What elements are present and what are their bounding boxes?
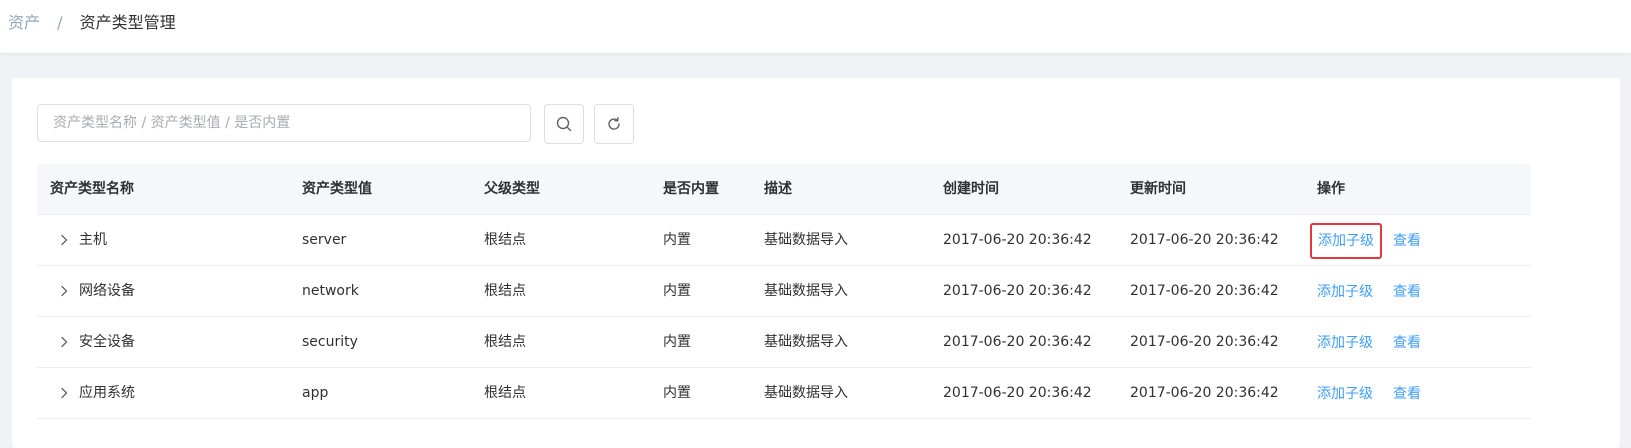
- view-button[interactable]: 查看: [1393, 279, 1421, 305]
- asset-type-table: 资产类型名称 资产类型值 父级类型 是否内置 描述 创建时间 更新时间 操作 主…: [37, 164, 1531, 419]
- add-child-button[interactable]: 添加子级: [1310, 279, 1380, 305]
- cell-builtin: 内置: [663, 283, 691, 299]
- table-row: 主机 server 根结点 内置 基础数据导入 2017-06-20 20:36…: [37, 215, 1531, 266]
- cell-builtin: 内置: [663, 385, 691, 401]
- content-card: 资产类型名称 资产类型值 父级类型 是否内置 描述 创建时间 更新时间 操作 主…: [12, 78, 1620, 448]
- column-header-created-time: 创建时间: [943, 181, 999, 197]
- search-input[interactable]: [37, 104, 531, 142]
- cell-value: server: [302, 232, 347, 248]
- add-child-button[interactable]: 添加子级: [1310, 330, 1380, 356]
- cell-updated-time: 2017-06-20 20:36:42: [1130, 385, 1279, 401]
- table-row: 安全设备 security 根结点 内置 基础数据导入 2017-06-20 2…: [37, 317, 1531, 368]
- cell-name: 网络设备: [79, 283, 135, 299]
- cell-builtin: 内置: [663, 232, 691, 248]
- cell-value: security: [302, 334, 358, 350]
- view-button[interactable]: 查看: [1393, 381, 1421, 407]
- column-header-description: 描述: [764, 181, 792, 197]
- cell-parent: 根结点: [484, 232, 526, 248]
- search-button[interactable]: [544, 104, 584, 144]
- cell-updated-time: 2017-06-20 20:36:42: [1130, 283, 1279, 299]
- cell-updated-time: 2017-06-20 20:36:42: [1130, 232, 1279, 248]
- breadcrumb-separator: /: [57, 13, 63, 32]
- breadcrumb: 资产 / 资产类型管理: [8, 12, 176, 34]
- column-header-operations: 操作: [1317, 181, 1345, 197]
- column-header-value: 资产类型值: [302, 181, 372, 197]
- cell-value: app: [302, 385, 329, 401]
- top-bar: 资产 / 资产类型管理: [0, 0, 1631, 54]
- table-row: 网络设备 network 根结点 内置 基础数据导入 2017-06-20 20…: [37, 266, 1531, 317]
- column-header-updated-time: 更新时间: [1130, 181, 1186, 197]
- cell-name: 安全设备: [79, 334, 135, 350]
- column-header-parent: 父级类型: [484, 181, 540, 197]
- table-header: 资产类型名称 资产类型值 父级类型 是否内置 描述 创建时间 更新时间 操作: [37, 164, 1531, 215]
- cell-description: 基础数据导入: [764, 385, 848, 401]
- cell-parent: 根结点: [484, 334, 526, 350]
- search-icon: [556, 116, 572, 132]
- view-button[interactable]: 查看: [1393, 228, 1421, 254]
- cell-created-time: 2017-06-20 20:36:42: [943, 283, 1092, 299]
- cell-parent: 根结点: [484, 283, 526, 299]
- cell-updated-time: 2017-06-20 20:36:42: [1130, 334, 1279, 350]
- cell-description: 基础数据导入: [764, 283, 848, 299]
- add-child-button[interactable]: 添加子级: [1310, 223, 1382, 259]
- chevron-right-icon[interactable]: [59, 387, 69, 399]
- refresh-icon: [608, 117, 620, 130]
- cell-parent: 根结点: [484, 385, 526, 401]
- cell-created-time: 2017-06-20 20:36:42: [943, 232, 1092, 248]
- view-button[interactable]: 查看: [1393, 330, 1421, 356]
- cell-name: 主机: [79, 232, 107, 248]
- cell-builtin: 内置: [663, 334, 691, 350]
- cell-name: 应用系统: [79, 385, 135, 401]
- chevron-right-icon[interactable]: [59, 234, 69, 246]
- chevron-right-icon[interactable]: [59, 336, 69, 348]
- column-header-builtin: 是否内置: [663, 181, 719, 197]
- cell-created-time: 2017-06-20 20:36:42: [943, 385, 1092, 401]
- breadcrumb-item-assets[interactable]: 资产: [8, 13, 40, 32]
- column-header-name: 资产类型名称: [50, 181, 134, 197]
- chevron-right-icon[interactable]: [59, 285, 69, 297]
- refresh-button[interactable]: [594, 104, 634, 144]
- cell-description: 基础数据导入: [764, 334, 848, 350]
- add-child-button[interactable]: 添加子级: [1310, 381, 1380, 407]
- table-row: 应用系统 app 根结点 内置 基础数据导入 2017-06-20 20:36:…: [37, 368, 1531, 419]
- cell-created-time: 2017-06-20 20:36:42: [943, 334, 1092, 350]
- cell-description: 基础数据导入: [764, 232, 848, 248]
- cell-value: network: [302, 283, 359, 299]
- breadcrumb-current-page: 资产类型管理: [79, 13, 176, 32]
